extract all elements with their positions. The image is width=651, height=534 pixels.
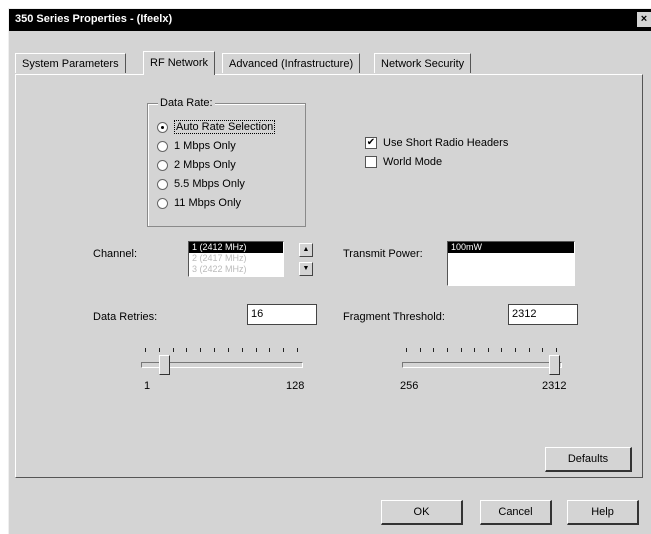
slider-tick [433, 348, 435, 352]
data-retries-input[interactable]: 16 [247, 304, 317, 325]
slider-min-label: 1 [144, 380, 151, 392]
transmit-power-label: Transmit Power: [343, 248, 423, 260]
checkbox-label: World Mode [383, 156, 443, 168]
slider-tick [515, 348, 517, 352]
ok-button[interactable]: OK [381, 500, 463, 525]
slider-tick [214, 348, 216, 352]
slider-max-label: 2312 [542, 380, 567, 392]
data-rate-group: Data Rate: Auto Rate Selection 1 Mbps On… [147, 97, 306, 227]
transmit-power-listbox[interactable]: 100mW [447, 241, 575, 286]
checkbox-icon[interactable] [365, 156, 377, 168]
close-icon[interactable]: × [637, 12, 651, 27]
radio-label: 1 Mbps Only [174, 140, 236, 152]
slider-tick [487, 348, 489, 352]
slider-track[interactable] [402, 362, 562, 368]
radio-2-mbps-only[interactable]: 2 Mbps Only [157, 159, 236, 171]
slider-tick [200, 348, 202, 352]
tab-rf-network[interactable]: RF Network [143, 51, 216, 75]
radio-label: Auto Rate Selection [174, 120, 276, 134]
radio-button-icon[interactable] [157, 178, 168, 190]
slider-tick [501, 348, 503, 352]
scroll-up-icon[interactable]: ▲ [299, 243, 313, 257]
world-mode-checkbox[interactable]: World Mode [365, 156, 442, 168]
list-item[interactable]: 1 (2412 MHz) [189, 242, 283, 253]
radio-auto-rate-selection[interactable]: Auto Rate Selection [157, 120, 276, 134]
radio-button-icon[interactable] [157, 197, 168, 209]
defaults-button[interactable]: Defaults [545, 447, 632, 472]
slider-thumb[interactable] [158, 355, 170, 375]
window-title: 350 Series Properties - (Ifeelx) [15, 13, 173, 25]
slider-thumb[interactable] [549, 355, 560, 375]
tab-advanced-infrastructure[interactable]: Advanced (Infrastructure) [222, 53, 361, 73]
slider-tick [145, 348, 146, 352]
radio-button-icon[interactable] [157, 140, 168, 152]
checkbox-label: Use Short Radio Headers [383, 137, 509, 149]
fragment-threshold-label: Fragment Threshold: [343, 311, 445, 323]
slider-tick [528, 348, 530, 352]
slider-tick [227, 348, 229, 352]
slider-tick [269, 348, 271, 352]
scroll-down-icon[interactable]: ▼ [299, 262, 313, 276]
tab-system-parameters[interactable]: System Parameters [15, 53, 126, 73]
radio-button-icon[interactable] [157, 159, 168, 171]
slider-tick [283, 348, 285, 352]
list-item[interactable]: 3 (2422 MHz) [189, 264, 283, 275]
slider-tick [556, 348, 557, 352]
slider-tick [172, 348, 174, 352]
rf-network-panel: Data Rate: Auto Rate Selection 1 Mbps On… [15, 74, 643, 478]
slider-tick [406, 348, 407, 352]
radio-5-5-mbps-only[interactable]: 5.5 Mbps Only [157, 178, 245, 190]
radio-11-mbps-only[interactable]: 11 Mbps Only [157, 197, 241, 209]
slider-tick [186, 348, 188, 352]
radio-label: 2 Mbps Only [174, 159, 236, 171]
slider-tick [158, 348, 160, 352]
radio-1-mbps-only[interactable]: 1 Mbps Only [157, 140, 236, 152]
slider-tick [542, 348, 544, 352]
slider-max-label: 128 [286, 380, 305, 392]
radio-button-icon[interactable] [157, 121, 168, 133]
channel-label: Channel: [93, 248, 138, 260]
cancel-button[interactable]: Cancel [480, 500, 552, 525]
slider-tick [255, 348, 257, 352]
title-bar[interactable]: 350 Series Properties - (Ifeelx) × [9, 9, 651, 31]
help-button[interactable]: Help [567, 500, 639, 525]
list-item[interactable]: 2 (2417 MHz) [189, 253, 283, 264]
slider-tick [419, 348, 421, 352]
tab-network-security[interactable]: Network Security [374, 53, 472, 73]
slider-min-label: 256 [400, 380, 419, 392]
checkmark-icon[interactable]: ✔ [365, 137, 377, 149]
properties-dialog: 350 Series Properties - (Ifeelx) × Syste… [8, 8, 651, 534]
slider-tick [474, 348, 476, 352]
data-retries-label: Data Retries: [93, 311, 158, 323]
radio-label: 11 Mbps Only [174, 197, 242, 209]
use-short-radio-headers-checkbox[interactable]: ✔ Use Short Radio Headers [365, 137, 508, 149]
slider-tick [446, 348, 448, 352]
radio-label: 5.5 Mbps Only [174, 178, 245, 190]
slider-tick [297, 348, 298, 352]
slider-tick [460, 348, 462, 352]
channel-listbox[interactable]: 1 (2412 MHz) 2 (2417 MHz) 3 (2422 MHz) [188, 241, 284, 277]
list-item[interactable]: 100mW [448, 242, 574, 253]
fragment-threshold-input[interactable]: 2312 [508, 304, 578, 325]
data-rate-group-label: Data Rate: [158, 97, 215, 109]
slider-tick [241, 348, 243, 352]
